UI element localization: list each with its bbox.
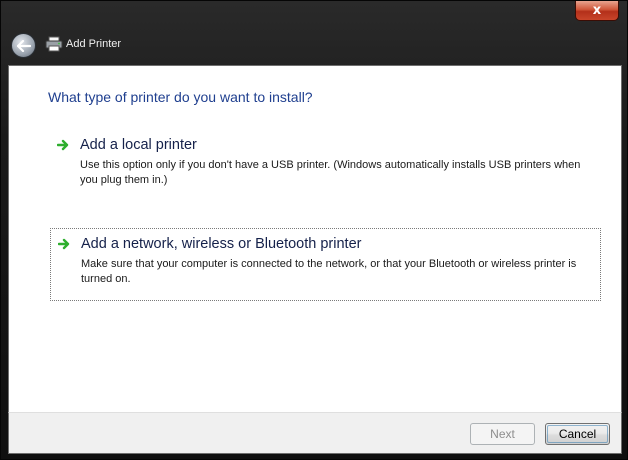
back-button[interactable] [11,33,36,58]
green-arrow-icon [58,238,70,250]
content-area: What type of printer do you want to inst… [8,65,622,412]
back-arrow-icon [16,39,31,52]
option-title: Add a network, wireless or Bluetooth pri… [81,236,362,252]
green-arrow-icon [57,139,69,151]
window-title: Add Printer [66,38,122,50]
page-heading: What type of printer do you want to inst… [48,89,313,105]
option-add-local-printer[interactable]: Add a local printer Use this option only… [50,130,600,192]
close-button[interactable]: x [575,1,619,21]
close-icon: x [592,3,602,18]
option-add-network-printer[interactable]: Add a network, wireless or Bluetooth pri… [50,228,601,301]
option-title: Add a local printer [80,137,197,153]
option-description: Make sure that your computer is connecte… [81,258,577,285]
printer-icon [45,36,63,52]
option-description: Use this option only if you don't have a… [80,159,581,186]
cancel-button[interactable]: Cancel [545,423,610,445]
add-printer-window: x Add Printer What type of printer do yo… [0,0,628,460]
footer-bar: Next Cancel [8,412,622,454]
next-button[interactable]: Next [470,423,535,445]
